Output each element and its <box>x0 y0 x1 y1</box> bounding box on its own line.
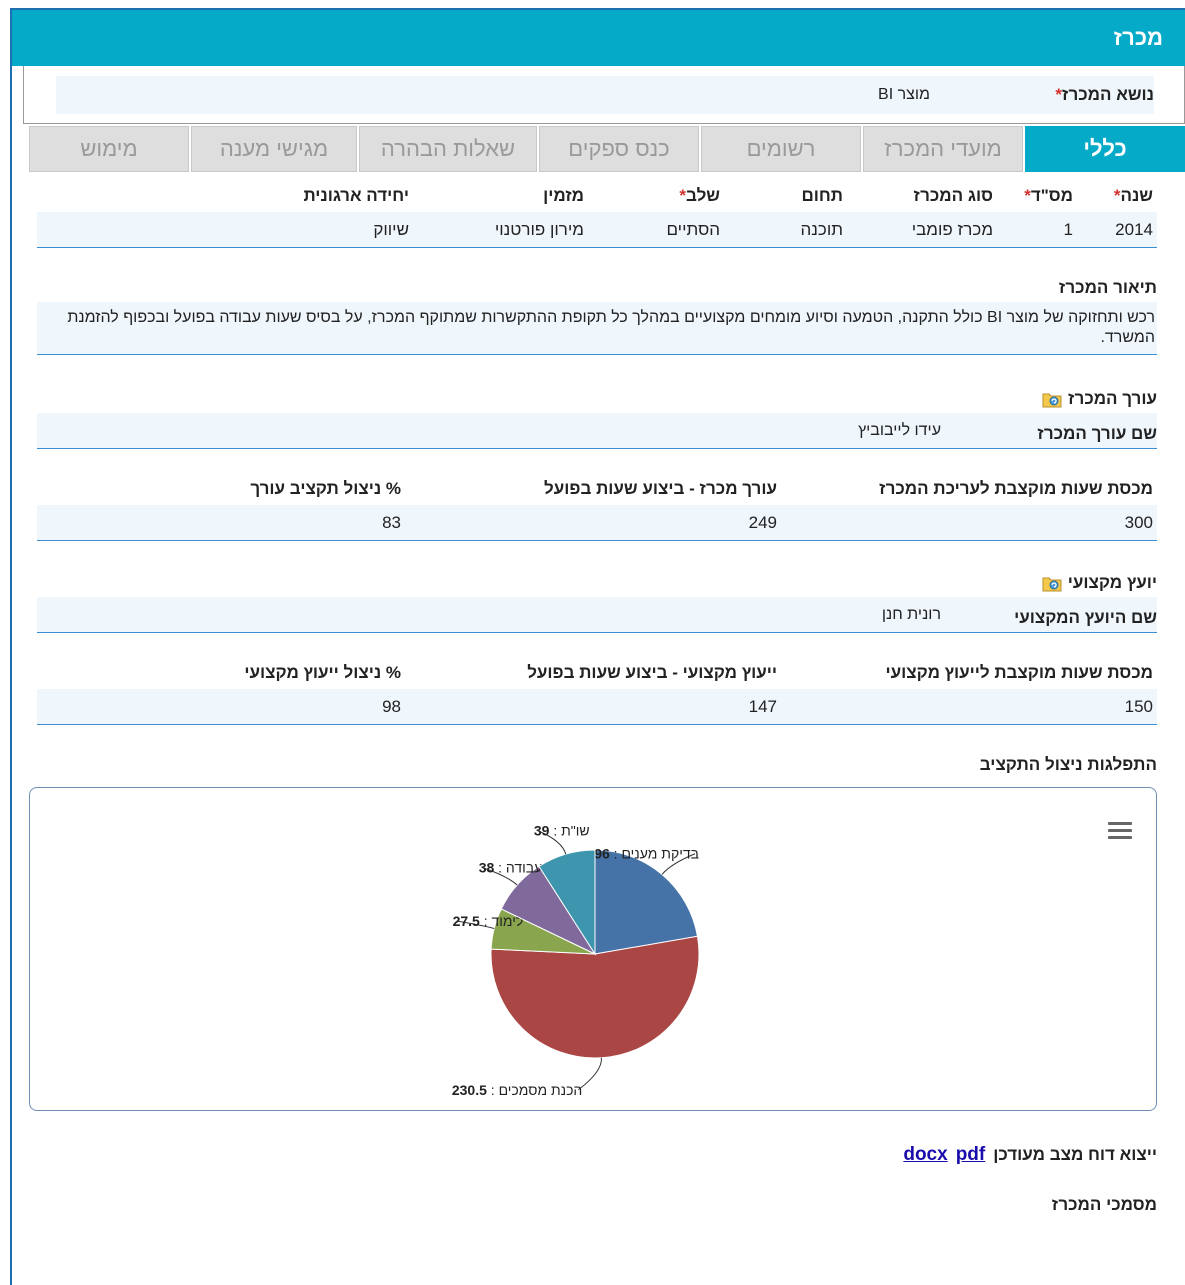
subject-row: נושא המכרז* מוצר BI <box>56 76 1154 114</box>
tab-dates[interactable]: מועדי המכרז <box>863 126 1023 172</box>
cell-unit: שיווק <box>373 219 409 239</box>
consultant-name-value: רונית חנן <box>881 605 941 623</box>
pie-data-label: הכנת מסמכים : 230.5 <box>452 1082 582 1098</box>
header-year: שנה* <box>1113 186 1153 205</box>
editor-header-row: מכסת שעות מוקצבת לעריכת המכרז עורך מכרז … <box>37 467 1157 505</box>
cell-orderer: מירון פורטנוי <box>494 219 584 239</box>
editor-title-text: עורך המכרז <box>1067 389 1157 408</box>
consultant-title-text: יועץ מקצועי <box>1067 573 1157 592</box>
pie-data-label: שו"ת : 39 <box>534 823 590 839</box>
tab-bar: כללי מועדי המכרז רשומים כנס ספקים שאלות … <box>12 126 1185 174</box>
consultant-header-actual: ייעוץ מקצועי - ביצוע שעות בפועל <box>527 663 777 682</box>
export-docx-link[interactable]: docx <box>903 1144 947 1166</box>
export-pdf-link[interactable]: pdf <box>956 1144 986 1166</box>
documents-title: מסמכי המכרז <box>1051 1195 1157 1214</box>
chart-section-title: התפלגות ניצול התקציב <box>979 755 1157 774</box>
header-num: מס"ד* <box>1024 186 1073 205</box>
required-mark: * <box>1055 85 1062 104</box>
consultant-actual-value: 147 <box>748 696 777 716</box>
header-unit: יחידה ארגונית <box>303 186 409 205</box>
editor-name-value: עידו לייבוביץ <box>858 421 941 439</box>
subject-label: נושא המכרז* <box>940 85 1154 105</box>
subject-label-text: נושא המכרז <box>1061 85 1154 104</box>
consultant-name-label: שם היועץ המקצועי <box>1014 607 1157 627</box>
tender-window: מכרז נושא המכרז* מוצר BI כללי מועדי המכר… <box>10 8 1185 1285</box>
consultant-pct-value: 98 <box>382 696 401 716</box>
consultant-quota-value: 150 <box>1124 696 1153 716</box>
description-text: רכש ותחזוקה של מוצר BI כולל התקנה, הטמעה… <box>37 302 1157 355</box>
general-data-row: 2014 1 מכרז פומבי תוכנה הסתיים מירון פור… <box>37 212 1157 248</box>
editor-header-quota: מכסת שעות מוקצבת לעריכת המכרז <box>879 479 1153 498</box>
tab-general[interactable]: כללי <box>1025 126 1185 172</box>
window-title: מכרז <box>12 10 1185 66</box>
cell-stage: הסתיים <box>666 219 720 239</box>
tab-suppliers-meeting[interactable]: כנס ספקים <box>539 126 699 172</box>
budget-pie-chart: בדיקת מענים : 96 הכנת מסמכים : 230.5 לימוד… <box>29 787 1157 1111</box>
tab-realization[interactable]: מימוש <box>29 126 189 172</box>
general-content: שנה* מס"ד* סוג המכרז תחום שלב* מזמין יחי… <box>12 174 1185 1215</box>
consultant-header-row: מכסת שעות מוקצבת לייעוץ מקצועי ייעוץ מקצ… <box>37 651 1157 689</box>
export-row: ייצוא דוח מצב מעודכן pdf docx <box>42 1141 1157 1169</box>
editor-header-actual: עורך מכרז - ביצוע שעות בפועל <box>544 479 777 498</box>
subject-value: מוצר BI <box>878 86 940 104</box>
consultant-section-title: יועץ מקצועי <box>42 569 1157 597</box>
folder-refresh-icon[interactable] <box>1042 390 1062 408</box>
cell-type: מכרז פומבי <box>911 219 993 239</box>
header-type: סוג המכרז <box>913 186 993 205</box>
consultant-data-row: 150 147 98 <box>37 689 1157 725</box>
header-field: תחום <box>801 186 843 205</box>
pie-slice[interactable] <box>594 849 699 955</box>
header-stage: שלב* <box>679 186 720 205</box>
consultant-name-row: שם היועץ המקצועי רונית חנן <box>37 597 1157 633</box>
editor-actual-value: 249 <box>748 512 777 532</box>
cell-num: 1 <box>1063 219 1073 239</box>
cell-year: 2014 <box>1115 219 1153 239</box>
consultant-header-quota: מכסת שעות מוקצבת לייעוץ מקצועי <box>885 663 1154 682</box>
editor-data-row: 300 249 83 <box>37 505 1157 541</box>
editor-quota-value: 300 <box>1124 512 1153 532</box>
tab-registered[interactable]: רשומים <box>701 126 861 172</box>
header-orderer: מזמין <box>543 186 584 205</box>
pie-svg: בדיקת מענים : 96 הכנת מסמכים : 230.5 לימוד… <box>452 823 700 1098</box>
export-label: ייצוא דוח מצב מעודכן <box>993 1145 1157 1164</box>
folder-refresh-icon[interactable] <box>1042 574 1062 592</box>
editor-section-title: עורך המכרז <box>42 385 1157 413</box>
subject-box: נושא המכרז* מוצר BI <box>23 66 1185 124</box>
tab-responders[interactable]: מגישי מענה <box>191 126 357 172</box>
consultant-header-pct: % ניצול ייעוץ מקצועי <box>244 663 401 682</box>
pie-data-label: לימוד : 27.5 <box>453 913 524 929</box>
editor-name-row: שם עורך המכרז עידו לייבוביץ <box>37 413 1157 449</box>
pie-data-label: בדיקת מענים : 96 <box>594 846 699 862</box>
description-title: תיאור המכרז <box>1058 278 1157 297</box>
tab-clarification-questions[interactable]: שאלות הבהרה <box>359 126 537 172</box>
editor-pct-value: 83 <box>382 512 401 532</box>
general-header-row: שנה* מס"ד* סוג המכרז תחום שלב* מזמין יחי… <box>37 174 1157 212</box>
editor-header-pct: % ניצול תקציב עורך <box>250 479 401 498</box>
cell-field: תוכנה <box>800 219 843 239</box>
editor-name-label: שם עורך המכרז <box>1037 423 1157 443</box>
